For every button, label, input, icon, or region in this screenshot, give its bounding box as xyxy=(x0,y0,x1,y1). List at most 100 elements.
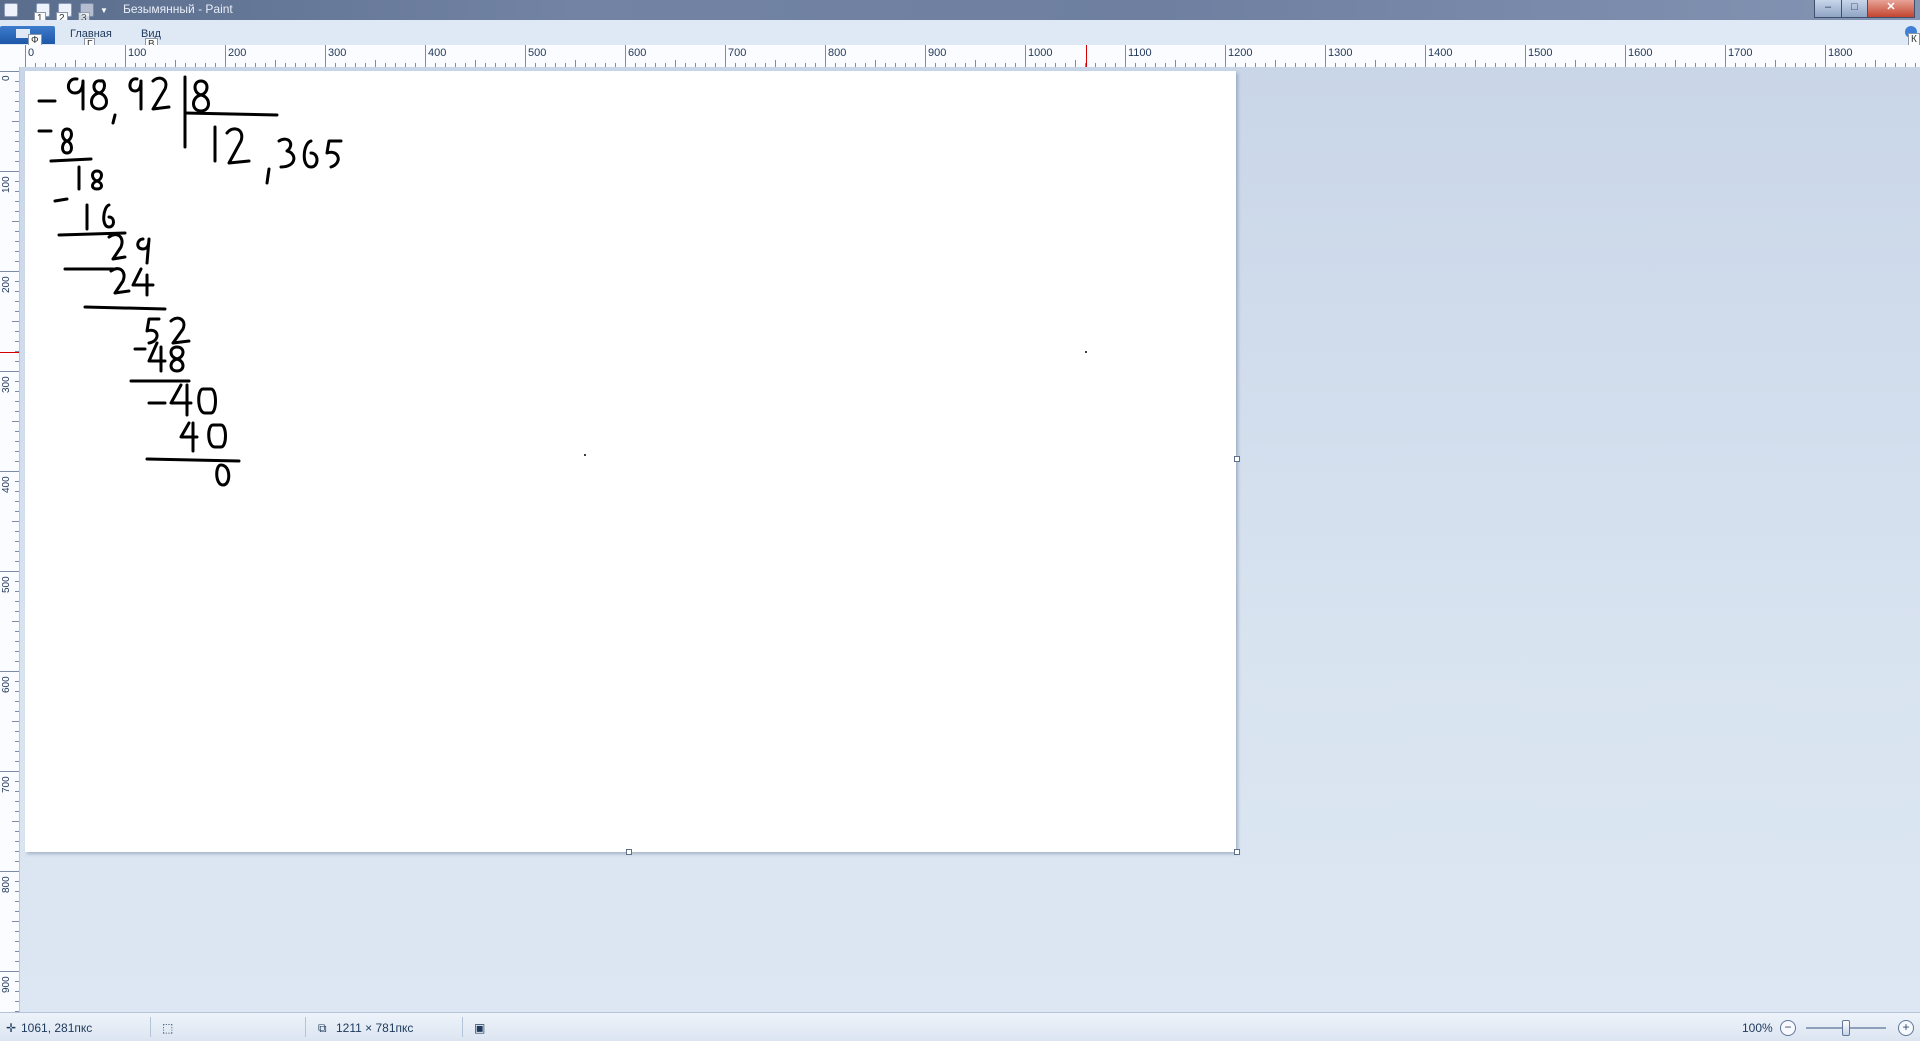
stroke-8 xyxy=(61,127,73,155)
status-separator xyxy=(462,1017,463,1037)
ruler-tick xyxy=(15,641,19,642)
ruler-tick xyxy=(475,60,476,67)
ruler-tick xyxy=(15,461,19,462)
ruler-tick xyxy=(15,181,19,182)
ruler-tick xyxy=(0,71,19,72)
stroke-digit-2a xyxy=(151,76,171,111)
stroke-line-3 xyxy=(83,305,167,311)
ruler-tick xyxy=(15,531,19,532)
ruler-corner xyxy=(0,45,20,67)
ruler-tick xyxy=(1525,45,1526,67)
ruler-tick xyxy=(15,541,19,542)
ruler-label: 1300 xyxy=(1328,47,1353,59)
ruler-cursor-marker xyxy=(1086,45,1087,67)
resize-handle-bottom[interactable] xyxy=(626,849,632,855)
ruler-label: 0 xyxy=(28,47,35,59)
ruler-tick xyxy=(15,781,19,782)
ruler-label: 500 xyxy=(528,47,547,59)
ruler-tick xyxy=(225,45,226,67)
maximize-button[interactable]: □ xyxy=(1841,0,1868,18)
resize-handle-right[interactable] xyxy=(1234,456,1240,462)
zoom-in-button[interactable]: + xyxy=(1898,1020,1914,1036)
ruler-tick xyxy=(15,411,19,412)
ruler-tick xyxy=(15,291,19,292)
ruler-tick xyxy=(15,981,19,982)
ruler-tick xyxy=(15,611,19,612)
drawing-canvas[interactable] xyxy=(25,71,1236,852)
stroke-24-2 xyxy=(109,267,131,295)
ruler-tick xyxy=(15,101,19,102)
ruler-tick xyxy=(15,441,19,442)
stroke-q-3 xyxy=(277,137,296,169)
ruler-tick xyxy=(15,281,19,282)
ruler-tick xyxy=(15,451,19,452)
ruler-label: 100 xyxy=(1,176,12,193)
ruler-tick xyxy=(675,60,676,67)
ruler-tick xyxy=(12,621,19,622)
customize-quick-access-icon[interactable]: ▼ xyxy=(100,6,108,15)
ruler-tick xyxy=(0,671,19,672)
ruler-tick xyxy=(1625,45,1626,67)
ruler-tick xyxy=(15,881,19,882)
zoom-out-button[interactable]: − xyxy=(1780,1020,1796,1036)
ruler-tick xyxy=(15,311,19,312)
stroke-24-4 xyxy=(131,267,155,297)
close-button[interactable]: ✕ xyxy=(1867,0,1915,18)
ruler-tick xyxy=(12,221,19,222)
stroke-40b-4 xyxy=(179,421,199,453)
ruler-label: 1800 xyxy=(1828,47,1853,59)
ruler-tick xyxy=(1425,45,1426,67)
ruler-tick xyxy=(15,141,19,142)
ruler-tick xyxy=(525,45,526,67)
ruler-tick xyxy=(15,201,19,202)
ruler-tick xyxy=(12,521,19,522)
ruler-tick xyxy=(15,231,19,232)
ruler-tick xyxy=(15,301,19,302)
stroke-q-comma xyxy=(265,167,271,185)
ruler-tick xyxy=(15,931,19,932)
ruler-tick xyxy=(15,961,19,962)
zoom-level: 100% xyxy=(1742,1021,1773,1035)
ruler-label: 300 xyxy=(328,47,347,59)
ruler-label: 600 xyxy=(628,47,647,59)
ruler-tick xyxy=(15,591,19,592)
stroke-comma-a xyxy=(111,113,117,125)
ruler-label: 700 xyxy=(728,47,747,59)
ruler-tick xyxy=(1475,60,1476,67)
file-size-icon: ▣ xyxy=(474,1021,486,1035)
ruler-label: 100 xyxy=(128,47,147,59)
ruler-label: 700 xyxy=(1,776,12,793)
ruler-tick xyxy=(15,431,19,432)
ruler-tick xyxy=(15,401,19,402)
minimize-button[interactable]: – xyxy=(1814,0,1842,18)
stroke-18-8 xyxy=(91,169,103,191)
stroke-line-5 xyxy=(145,457,241,463)
ruler-tick xyxy=(12,321,19,322)
ruler-label: 1200 xyxy=(1228,47,1253,59)
ruler-tick xyxy=(15,491,19,492)
ruler-tick xyxy=(15,161,19,162)
paint-app-icon[interactable] xyxy=(4,3,18,17)
ruler-tick xyxy=(15,651,19,652)
ruler-cursor-marker xyxy=(0,352,19,353)
canvas-workspace[interactable] xyxy=(20,67,1920,1012)
ruler-label: 800 xyxy=(1,876,12,893)
ruler-tick xyxy=(15,701,19,702)
resize-handle-corner[interactable] xyxy=(1234,849,1240,855)
ruler-tick xyxy=(15,841,19,842)
ruler-tick xyxy=(0,171,19,172)
ruler-tick xyxy=(15,131,19,132)
zoom-slider-thumb[interactable] xyxy=(1842,1020,1850,1036)
ruler-tick xyxy=(15,631,19,632)
vertical-ruler: 0 100 200 300 400 500 600 700 800 900 xyxy=(0,67,20,1012)
ruler-tick xyxy=(15,601,19,602)
ruler-label: 900 xyxy=(1,976,12,993)
ruler-tick xyxy=(15,391,19,392)
ruler-tick xyxy=(15,81,19,82)
ruler-tick xyxy=(725,45,726,67)
ruler-tick xyxy=(15,211,19,212)
image-size: 1211 × 781пкс xyxy=(336,1021,414,1035)
ruler-tick xyxy=(325,45,326,67)
ruler-tick xyxy=(1825,45,1826,67)
ruler-tick xyxy=(1575,60,1576,67)
